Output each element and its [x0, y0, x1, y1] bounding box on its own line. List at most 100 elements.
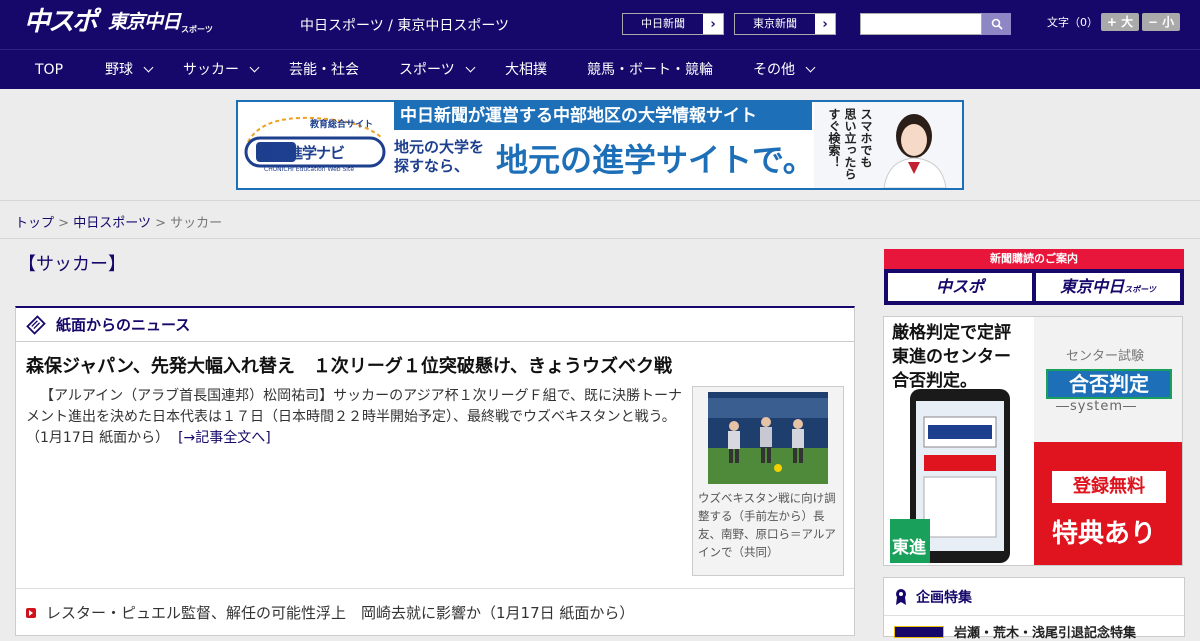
breadcrumb-current: サッカー — [170, 216, 223, 231]
banner-left-line-2: 探すなら、 — [394, 157, 470, 175]
nav-item-sumo[interactable]: 大相撲 — [505, 50, 547, 90]
chevron-down-icon — [465, 62, 476, 73]
feature-item-title: 岩瀬・荒木・浅尾引退記念特集 — [954, 626, 1137, 641]
nav-label: サッカー — [183, 62, 239, 78]
banner-model-image: スマホでも 思い立ったら すぐ検索！ — [814, 102, 962, 188]
banner-left-text: 地元の大学を 探すなら、 — [394, 138, 484, 176]
search-input[interactable] — [860, 13, 982, 35]
banner-vertical-text-2: 思い立ったら — [843, 108, 857, 180]
nav-label: スポーツ — [399, 62, 455, 78]
font-larger-button[interactable]: + 大 — [1101, 13, 1139, 31]
ribbon-badge-icon — [896, 588, 906, 605]
logo-chuspo: 中スポ — [24, 7, 98, 37]
breadcrumb-section-link[interactable]: 中日スポーツ — [73, 216, 151, 231]
article-headline-link[interactable]: 森保ジャパン、先発大幅入れ替え １次リーグ１位突破懸け、きょうウズベク戦 — [26, 352, 672, 378]
article-photo[interactable] — [708, 392, 828, 484]
nav-label: 芸能・社会 — [289, 62, 359, 78]
article-summary-text: 【アルアイン（アラブ首長国連邦）松岡祐司】サッカーのアジア杯１次リーグＦ組で、既… — [26, 388, 683, 446]
breadcrumb-bar: トップ > 中日スポーツ > サッカー — [0, 200, 1200, 239]
subscribe-tokyo-sub-label: スポーツ — [1124, 285, 1156, 294]
banner-logo-top-text: 教育総合サイト — [310, 120, 374, 130]
nav-item-baseball[interactable]: 野球 — [105, 50, 154, 90]
ad-line-1: 厳格判定で定評 — [892, 323, 1011, 343]
tokyo-shimbun-button[interactable]: 東京新聞 › — [734, 13, 836, 35]
chevron-down-icon — [805, 62, 816, 73]
nav-label: 大相撲 — [505, 62, 547, 78]
banner-logo-sub-text: CHUNICHI Education Web Site — [264, 166, 355, 173]
logo-tokyo-chunichi: 東京中日 — [108, 11, 181, 33]
feature-header: 企画特集 — [884, 578, 1184, 616]
subscription-title: 新聞購読のご案内 — [884, 249, 1184, 269]
newspaper-icon — [26, 314, 46, 335]
banner-vertical-text-3: すぐ検索！ — [827, 108, 841, 168]
nav-label: その他 — [753, 62, 795, 78]
chunichi-shimbun-label: 中日新聞 — [623, 14, 703, 34]
banner-vertical-text-1: スマホでも — [859, 108, 873, 168]
article-summary: 【アルアイン（アラブ首長国連邦）松岡祐司】サッカーのアジア杯１次リーグＦ組で、既… — [26, 386, 684, 449]
banner-left-line-1: 地元の大学を — [394, 138, 485, 156]
page-title: 【サッカー】 — [18, 254, 126, 275]
breadcrumb-separator: > — [58, 216, 70, 231]
tokyo-shimbun-label: 東京新聞 — [735, 14, 815, 34]
nav-item-soccer[interactable]: サッカー — [183, 50, 260, 90]
feature-item[interactable]: 岩瀬・荒木・浅尾引退記念特集 — [894, 622, 1136, 641]
divider — [16, 588, 854, 589]
subscribe-tokyo-chunichi-button[interactable]: 東京中日スポーツ — [1036, 273, 1180, 301]
subscribe-chuspo-button[interactable]: 中スポ — [888, 273, 1032, 301]
nav-item-entertainment[interactable]: 芸能・社会 — [289, 50, 359, 90]
nav-label: 競馬・ボート・競輪 — [587, 62, 713, 78]
subscribe-tokyo-label: 東京中日 — [1060, 277, 1125, 296]
soccer-practice-photo-icon — [708, 392, 828, 484]
nav-item-racing[interactable]: 競馬・ボート・競輪 — [587, 50, 713, 90]
subscription-banner: 新聞購読のご案内 中スポ 東京中日スポーツ — [884, 249, 1184, 305]
newspaper-news-section: 紙面からのニュース 森保ジャパン、先発大幅入れ替え １次リーグ１位突破懸け、きょ… — [15, 306, 855, 636]
breadcrumb-home-link[interactable]: トップ — [15, 216, 54, 231]
ad-headline: 厳格判定で定評 東進のセンター 合否判定。 — [892, 321, 1011, 393]
ad-line-2: 東進のセンター — [892, 347, 1011, 367]
chevron-right-icon: › — [710, 16, 716, 32]
list-item[interactable]: レスター・ピュエル監督、解任の可能性浮上 岡崎去就に影響か（1月17日 紙面から… — [26, 602, 634, 623]
main-nav: TOP 野球 サッカー 芸能・社会 スポーツ 大相撲 競馬・ボート・競輪 その他 — [0, 49, 1200, 89]
search-icon — [991, 18, 1003, 30]
nav-item-sports[interactable]: スポーツ — [399, 50, 476, 90]
search-button[interactable] — [982, 13, 1011, 35]
chevron-down-icon — [143, 62, 154, 73]
nav-label: TOP — [35, 62, 64, 78]
banner-top-text: 中日新聞が運営する中部地区の大学情報サイト — [394, 102, 812, 130]
shingaku-navi-banner-ad[interactable]: 教育総合サイト 中日進学ナビ CHUNICHI Education Web Si… — [236, 100, 964, 190]
ad-line-3: 合否判定。 — [892, 371, 977, 391]
toshin-center-exam-ad[interactable]: 厳格判定で定評 東進のセンター 合否判定。 東進 センター試験 合否判定 ―sy… — [883, 316, 1183, 566]
ad-toshin-label: 東進 — [892, 538, 926, 558]
nav-item-other[interactable]: その他 — [753, 50, 816, 90]
breadcrumb: トップ > 中日スポーツ > サッカー — [15, 212, 222, 231]
breadcrumb-separator: > — [155, 216, 166, 231]
feature-thumbnail — [894, 625, 944, 638]
ad-system-text: ―system― — [1056, 399, 1137, 414]
chevron-down-icon — [249, 62, 260, 73]
ad-tokuten-text: 特典あり — [1052, 519, 1157, 549]
site-logo[interactable]: 中スポ 東京中日 スポーツ — [24, 7, 213, 43]
feature-section: 企画特集 岩瀬・荒木・浅尾引退記念特集 — [883, 577, 1185, 641]
chevron-right-icon: › — [822, 16, 828, 32]
banner-main-text: 地元の進学サイトで。 — [496, 141, 815, 179]
banner-logo-main-text: 中日進学ナビ — [260, 144, 345, 162]
list-item-title: レスター・ピュエル監督、解任の可能性浮上 岡崎去就に影響か（1月17日 紙面から… — [46, 604, 635, 622]
chunichi-shimbun-button[interactable]: 中日新聞 › — [622, 13, 724, 35]
font-smaller-button[interactable]: − 小 — [1142, 13, 1180, 31]
play-arrow-icon — [26, 607, 36, 618]
ad-register-box: 登録無料 — [1052, 471, 1166, 503]
site-header: 中スポ 東京中日 スポーツ 中日スポーツ / 東京中日スポーツ 中日新聞 › 東… — [0, 0, 1200, 49]
logo-tokyo-sub: スポーツ — [181, 25, 213, 34]
article-photo-box: ウズベキスタン戦に向け調整する（手前左から）長友、南野、原口ら＝アルアインで（共… — [692, 386, 844, 576]
news-section-header: 紙面からのニュース — [16, 308, 854, 342]
nav-label: 野球 — [105, 62, 133, 78]
feature-title: 企画特集 — [916, 589, 972, 606]
nav-item-top[interactable]: TOP — [35, 50, 63, 90]
ad-goukaku-badge: 合否判定 — [1046, 369, 1172, 399]
read-full-article-link[interactable]: [→記事全文へ] — [178, 430, 271, 446]
site-names-link[interactable]: 中日スポーツ / 東京中日スポーツ — [300, 15, 509, 35]
ad-center-exam-text: センター試験 — [1066, 349, 1145, 364]
news-section-title: 紙面からのニュース — [56, 316, 191, 334]
font-size-label: 文字（0） — [1047, 16, 1098, 29]
photo-caption: ウズベキスタン戦に向け調整する（手前左から）長友、南野、原口ら＝アルアインで（共… — [698, 491, 836, 559]
